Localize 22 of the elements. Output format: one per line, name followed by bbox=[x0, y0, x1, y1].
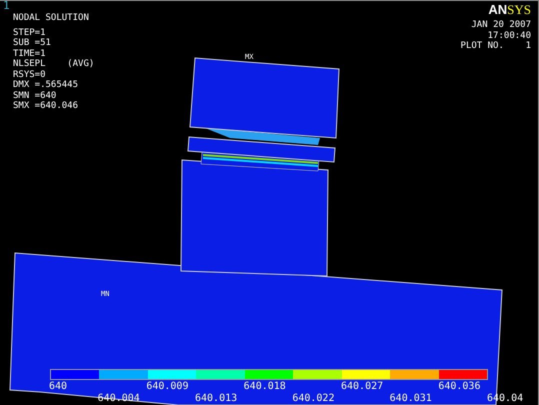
ansys-logo: ANSYS bbox=[488, 3, 531, 17]
legend-value: 640 bbox=[49, 381, 68, 392]
result-info-line: NLSEPL (AVG) bbox=[13, 59, 94, 70]
result-info-line: STEP=1 bbox=[13, 28, 47, 38]
result-title: NODAL SOLUTION bbox=[13, 13, 90, 24]
result-info-line: RSYS=0 bbox=[13, 70, 47, 80]
result-info-line: SMN =640 bbox=[13, 90, 58, 101]
result-info-line: TIME=1 bbox=[13, 48, 47, 59]
viewport-number: 1 bbox=[3, 1, 10, 12]
legend-value: 640.027 bbox=[341, 381, 384, 392]
legend-value: 640.036 bbox=[438, 381, 480, 392]
result-info-line: SMX =640.046 bbox=[13, 101, 80, 112]
legend-value: 640.031 bbox=[390, 393, 432, 404]
legend-value: 640.013 bbox=[195, 393, 238, 404]
result-info-line: SUB =51 bbox=[13, 38, 52, 48]
plot-number: PLOT NO. 1 bbox=[460, 41, 531, 52]
legend-value: 640.009 bbox=[146, 381, 188, 392]
plot-date: JAN 20 2007 bbox=[471, 20, 531, 30]
plot-time: 17:00:40 bbox=[488, 30, 531, 41]
legend-value: 640.018 bbox=[244, 381, 286, 392]
result-info-line: DMX =.565445 bbox=[13, 80, 80, 90]
legend-value: 640.022 bbox=[292, 393, 334, 404]
